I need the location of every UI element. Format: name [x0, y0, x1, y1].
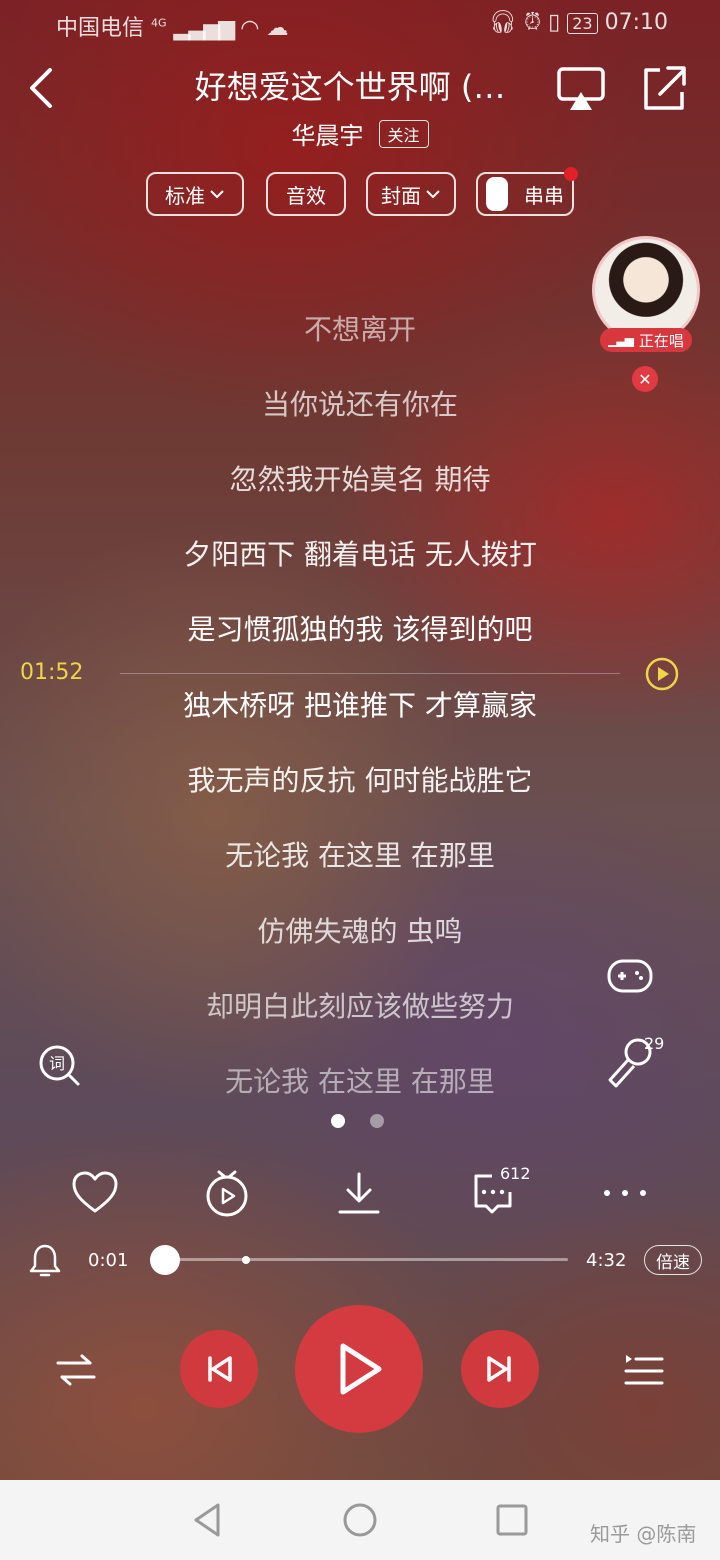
- lyric-line: 当你说还有你在: [261, 388, 458, 421]
- lyric-seek-time: 01:52: [20, 660, 84, 685]
- lyric-line: 仿佛失魂的 虫鸣: [257, 915, 463, 948]
- status-left: 中国电信 4G ▂▃▅▆ ◠ ☁: [56, 10, 288, 42]
- progress-track[interactable]: [150, 1258, 568, 1261]
- chevron-down-icon: [210, 190, 224, 199]
- quality-dropdown[interactable]: 标准: [146, 172, 244, 216]
- close-singer-icon[interactable]: ✕: [632, 366, 658, 392]
- artist-name[interactable]: 华晨宇: [291, 116, 363, 151]
- nav-recents-icon[interactable]: [492, 1500, 532, 1540]
- alarm-icon: ⏰︎: [523, 10, 542, 35]
- nav-back-icon[interactable]: [188, 1500, 228, 1540]
- nav-home-icon[interactable]: [340, 1500, 380, 1540]
- play-from-lyric-icon[interactable]: [644, 656, 680, 692]
- clock: 07:10: [604, 10, 668, 35]
- quality-label: 标准: [165, 183, 205, 208]
- wifi-icon: ◠: [240, 16, 260, 41]
- lyric-line: 是习惯孤独的我 该得到的吧: [187, 613, 533, 646]
- chuanchuan-label: 串串: [524, 183, 564, 208]
- follow-button[interactable]: 关注: [378, 119, 429, 148]
- effects-label: 音效: [286, 183, 326, 208]
- previous-button[interactable]: [180, 1330, 258, 1408]
- headphone-icon: 🎧︎: [489, 10, 517, 35]
- progress-thumb[interactable]: [149, 1245, 180, 1275]
- lyric-line: 我无声的反抗 何时能战胜它: [187, 764, 533, 797]
- lyric-line: 独木桥呀 把谁推下 才算赢家: [183, 689, 537, 722]
- song-title: 好想爱这个世界啊 (…: [194, 68, 506, 106]
- network-type: 4G: [151, 16, 167, 30]
- bell-icon[interactable]: [28, 1242, 62, 1278]
- status-bar: 中国电信 4G ▂▃▅▆ ◠ ☁ 🎧︎ ⏰︎ ▯ 23 07:10: [0, 8, 720, 42]
- next-button[interactable]: [461, 1330, 539, 1408]
- page-dot[interactable]: [370, 1114, 384, 1128]
- cloud-icon: ☁: [266, 16, 289, 41]
- chevron-down-icon: [426, 190, 440, 199]
- chuanchuan-toggle[interactable]: 串串: [476, 172, 574, 216]
- artist-row: 华晨宇 关注: [0, 116, 720, 156]
- lyric-seek-line: [120, 673, 620, 674]
- playlist-icon[interactable]: [622, 1350, 666, 1390]
- now-singing-badge[interactable]: ▁▃▅ 正在唱: [600, 328, 692, 352]
- skip-next-icon: [487, 1356, 511, 1382]
- carrier-label: 中国电信: [56, 16, 145, 41]
- download-icon[interactable]: [334, 1168, 384, 1218]
- skip-previous-icon: [208, 1356, 232, 1382]
- lyric-line: 无论我 在这里 在那里: [225, 839, 495, 872]
- video-icon[interactable]: [202, 1168, 252, 1218]
- more-options-icon[interactable]: [600, 1168, 650, 1218]
- cover-label: 封面: [381, 183, 421, 208]
- svg-text:词: 词: [49, 1054, 65, 1073]
- status-right: 🎧︎ ⏰︎ ▯ 23 07:10: [489, 10, 668, 35]
- watermark: 知乎 @陈南: [590, 1522, 697, 1546]
- heart-icon[interactable]: [70, 1168, 120, 1218]
- cover-dropdown[interactable]: 封面: [366, 172, 456, 216]
- lyric-line: 忽然我开始莫名 期待: [229, 463, 491, 496]
- play-icon: [340, 1343, 382, 1395]
- toggle-knob: [486, 177, 508, 211]
- back-arrow-icon[interactable]: [24, 64, 64, 112]
- share-icon[interactable]: [638, 62, 690, 114]
- sound-effects-button[interactable]: 音效: [266, 172, 346, 216]
- play-button[interactable]: [295, 1305, 423, 1433]
- comment-count: 612: [500, 1164, 531, 1183]
- battery-icon: 23: [567, 13, 598, 34]
- lyric-line: 夕阳西下 翻着电话 无人拨打: [183, 538, 537, 571]
- cast-screen-icon[interactable]: [556, 64, 606, 114]
- signal-icon: ▂▃▅▆: [173, 16, 236, 41]
- lyric-line: 却明白此刻应该做些努力: [205, 990, 514, 1023]
- vibrate-icon: ▯: [548, 10, 561, 35]
- now-singing-label: 正在唱: [638, 331, 684, 350]
- lyrics-search-icon[interactable]: 词: [36, 1042, 82, 1088]
- lyric-line: 无论我 在这里 在那里: [225, 1065, 495, 1098]
- elapsed-time: 0:01: [88, 1250, 129, 1271]
- playback-speed-button[interactable]: 倍速: [644, 1245, 702, 1275]
- page-dot-active[interactable]: [331, 1114, 345, 1128]
- karaoke-count: 29: [644, 1034, 665, 1053]
- equalizer-icon: ▁▃▅: [608, 333, 634, 347]
- gamepad-icon[interactable]: [606, 956, 654, 996]
- total-duration: 4:32: [586, 1250, 627, 1271]
- play-mode-shuffle-icon[interactable]: [54, 1350, 98, 1390]
- lyric-line: 不想离开: [303, 313, 416, 346]
- notification-dot: [564, 167, 578, 181]
